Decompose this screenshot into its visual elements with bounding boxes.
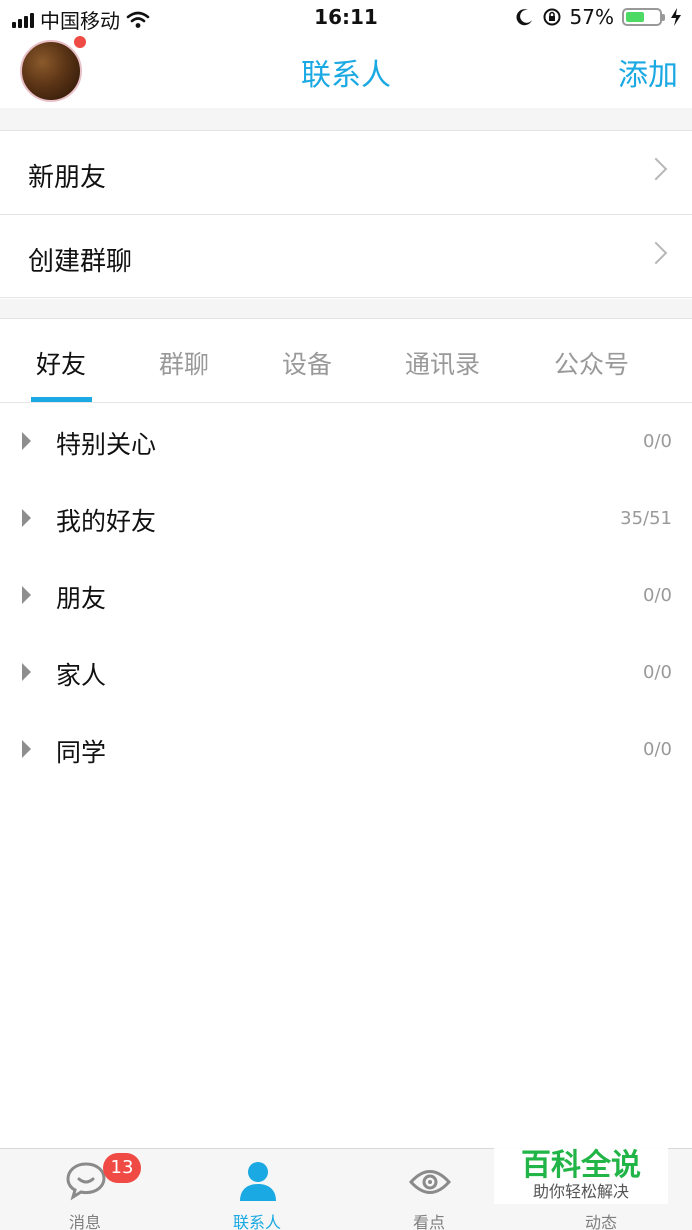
row-label: 新朋友 <box>28 163 107 193</box>
tab-bar-watch[interactable]: 看点 <box>369 1149 489 1230</box>
tab-official-accounts[interactable]: 公众号 <box>554 345 629 381</box>
charging-icon <box>671 8 681 26</box>
watermark: 百科全说 助你轻松解决 <box>494 1138 668 1204</box>
contact-tabs: 好友 群聊 设备 通讯录 公众号 <box>0 318 692 403</box>
tab-devices[interactable]: 设备 <box>282 345 332 381</box>
group-name: 朋友 <box>56 584 107 613</box>
group-row[interactable]: 特别关心 0/0 <box>0 403 692 480</box>
caret-right-icon <box>22 509 31 527</box>
tab-bar-label: 看点 <box>412 1213 445 1230</box>
group-row[interactable]: 朋友 0/0 <box>0 557 692 634</box>
tab-active-indicator <box>31 397 92 402</box>
group-row[interactable]: 我的好友 35/51 <box>0 480 692 557</box>
group-row[interactable]: 同学 0/0 <box>0 711 692 788</box>
create-group-chat-row[interactable]: 创建群聊 <box>0 214 692 298</box>
group-count: 0/0 <box>643 739 672 760</box>
battery-level <box>626 12 645 22</box>
battery-icon <box>622 8 665 26</box>
chevron-right-icon <box>644 157 668 181</box>
unread-badge: 13 <box>103 1153 141 1183</box>
status-right: 57% <box>516 5 682 29</box>
moon-icon <box>516 9 532 26</box>
tab-bar-messages[interactable]: 13 消息 <box>25 1149 145 1230</box>
chat-bubble-icon <box>66 1162 106 1201</box>
watermark-subtitle: 助你轻松解决 <box>532 1182 629 1201</box>
group-row[interactable]: 家人 0/0 <box>0 634 692 711</box>
group-name: 特别关心 <box>56 430 157 459</box>
person-icon <box>240 1162 276 1201</box>
group-count: 0/0 <box>643 431 672 452</box>
caret-right-icon <box>22 663 31 681</box>
group-name: 家人 <box>56 661 107 690</box>
page-title: 联系人 <box>301 58 391 93</box>
new-friends-row[interactable]: 新朋友 <box>0 130 692 214</box>
tab-bar-contacts[interactable]: 联系人 <box>197 1149 317 1230</box>
section-gap <box>0 108 692 130</box>
chevron-right-icon <box>644 241 668 265</box>
group-count: 0/0 <box>643 662 672 683</box>
group-name: 同学 <box>56 738 107 767</box>
tab-address-book[interactable]: 通讯录 <box>405 345 480 381</box>
notification-dot <box>72 34 88 50</box>
rotation-lock-icon <box>543 8 561 26</box>
nav-bar: 联系人 添加 <box>0 34 692 108</box>
tab-bar-label: 动态 <box>584 1213 617 1230</box>
battery-percent: 57% <box>569 5 614 29</box>
group-count: 35/51 <box>620 508 672 529</box>
group-name: 我的好友 <box>56 507 157 536</box>
tab-group-chats[interactable]: 群聊 <box>159 345 209 381</box>
add-button[interactable]: 添加 <box>618 50 678 94</box>
tab-friends[interactable]: 好友 <box>36 345 86 381</box>
group-count: 0/0 <box>643 585 672 606</box>
caret-right-icon <box>22 740 31 758</box>
caret-right-icon <box>22 586 31 604</box>
row-label: 创建群聊 <box>28 247 133 277</box>
section-gap <box>0 299 692 318</box>
tab-bar-label: 联系人 <box>232 1213 281 1230</box>
status-bar: 中国移动 16:11 57% <box>0 0 692 36</box>
caret-right-icon <box>22 432 31 450</box>
eye-icon <box>409 1170 451 1194</box>
tab-bar-label: 消息 <box>68 1213 101 1230</box>
